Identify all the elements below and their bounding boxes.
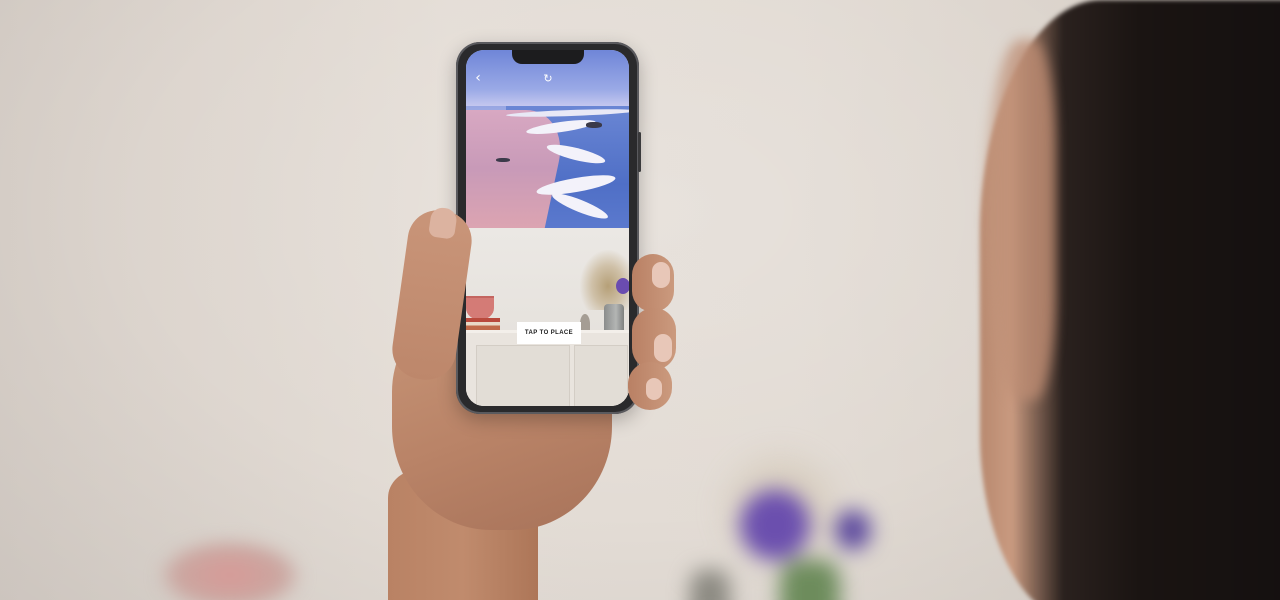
cabinet-door [574,345,628,406]
room-purple-flower [616,278,629,294]
phone-side-button [638,132,641,172]
artwork-rock [496,158,510,162]
finger-nail [646,378,662,400]
room-bowl [466,296,494,320]
artwork-rock [586,122,602,128]
phone-screen: ‹ ↻ TAP TO PLACE [466,50,629,406]
finger-nail [652,262,670,288]
background-flowers [650,420,910,600]
background-vase [690,570,730,600]
cabinet-door [476,345,570,406]
phone: ‹ ↻ TAP TO PLACE [456,42,641,414]
purple-flower-small [835,510,871,550]
green-leaves [780,560,840,600]
rotate-icon[interactable]: ↻ [540,70,556,86]
finger-nail [654,334,672,362]
tap-to-place-button[interactable]: TAP TO PLACE [517,322,581,344]
chevron-left-icon[interactable]: ‹ [470,70,486,86]
phone-notch [512,50,584,64]
thumb-nail [428,206,458,240]
purple-flower [740,490,810,560]
person-face [985,40,1055,400]
photo-scene: ‹ ↻ TAP TO PLACE [0,0,1280,600]
